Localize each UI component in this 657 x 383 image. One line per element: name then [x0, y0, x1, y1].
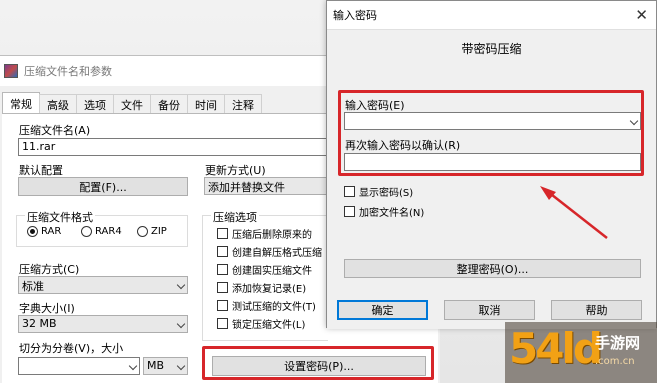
tab-advanced[interactable]: 高级: [39, 94, 77, 114]
tab-options[interactable]: 选项: [76, 94, 114, 114]
option-solid[interactable]: 创建固实压缩文件: [217, 262, 312, 277]
watermark: 54ld 手游网 .com.cn: [505, 322, 657, 383]
method-label: 压缩方式(C): [19, 263, 80, 276]
format-radio-zip[interactable]: ZIP: [137, 226, 167, 237]
format-zip-label: ZIP: [151, 226, 167, 237]
radio-selected-icon: [27, 226, 38, 237]
password-dialog-titlebar: 输入密码 ✕: [327, 1, 656, 29]
option-label: 创建固实压缩文件: [232, 266, 312, 277]
split-unit-select[interactable]: MB: [143, 357, 188, 375]
format-radio-rar4[interactable]: RAR4: [81, 226, 122, 237]
options-group-title: 压缩选项: [211, 209, 259, 225]
password-dialog-body: 带密码压缩 输入密码(E) 再次输入密码以确认(R) 显示密码(S) 加密文件名…: [327, 29, 656, 329]
watermark-logo: 54ld: [509, 324, 603, 373]
radio-icon: [81, 226, 92, 237]
help-button[interactable]: 帮助: [551, 300, 642, 320]
tab-general[interactable]: 常规: [2, 92, 40, 114]
winrar-icon: [4, 64, 18, 78]
checkbox-icon: [217, 300, 228, 311]
watermark-name: 手游网: [595, 334, 641, 352]
dict-select[interactable]: 32 MB: [18, 315, 188, 333]
option-label: 测试压缩的文件(T): [232, 302, 316, 313]
close-icon[interactable]: ✕: [635, 6, 648, 24]
archive-dialog-title: 压缩文件名和参数: [24, 65, 112, 78]
chevron-down-icon: [128, 361, 138, 371]
update-mode-value: 添加并替换文件: [208, 181, 285, 194]
option-label: 压缩后删除原来的: [232, 230, 312, 241]
show-password-checkbox[interactable]: 显示密码(S): [344, 184, 413, 199]
checkbox-icon: [217, 282, 228, 293]
chevron-down-icon: [176, 319, 186, 329]
ok-button[interactable]: 确定: [337, 300, 428, 320]
option-label: 创建自解压格式压缩: [232, 248, 322, 259]
option-lock[interactable]: 锁定压缩文件(L): [217, 316, 305, 331]
show-password-label: 显示密码(S): [359, 188, 414, 199]
encrypt-names-label: 加密文件名(N): [359, 208, 425, 219]
tab-time[interactable]: 时间: [187, 94, 225, 114]
split-unit-value: MB: [147, 359, 165, 372]
tab-files[interactable]: 文件: [113, 94, 151, 114]
encrypt-names-checkbox[interactable]: 加密文件名(N): [344, 204, 424, 219]
tab-comment[interactable]: 注释: [224, 94, 262, 114]
password-dialog-heading: 带密码压缩: [461, 42, 522, 56]
checkbox-icon: [217, 264, 228, 275]
format-rar4-label: RAR4: [95, 226, 122, 237]
format-group-title: 压缩文件格式: [25, 209, 95, 225]
format-rar-label: RAR: [41, 226, 62, 237]
profiles-button[interactable]: 配置(F)...: [18, 177, 188, 196]
split-size-input[interactable]: [18, 357, 140, 375]
watermark-url: .com.cn: [595, 356, 635, 367]
update-mode-select[interactable]: 添加并替换文件: [204, 177, 328, 195]
tab-bar: 常规 高级 选项 文件 备份 时间 注释: [2, 92, 262, 114]
dict-label: 字典大小(I): [19, 302, 75, 315]
profiles-label: 默认配置: [19, 164, 63, 177]
checkbox-icon: [217, 228, 228, 239]
format-radio-rar[interactable]: RAR: [27, 226, 61, 237]
organize-passwords-button[interactable]: 整理密码(O)...: [344, 259, 641, 278]
update-mode-label: 更新方式(U): [205, 164, 266, 177]
option-label: 添加恢复记录(E): [232, 284, 307, 295]
tab-backup[interactable]: 备份: [150, 94, 188, 114]
option-delete-after[interactable]: 压缩后删除原来的: [217, 226, 312, 241]
checkbox-icon: [344, 206, 355, 217]
highlight-frame: [338, 90, 644, 176]
cancel-button[interactable]: 取消: [444, 300, 535, 320]
checkbox-icon: [217, 318, 228, 329]
checkbox-icon: [217, 246, 228, 257]
option-label: 锁定压缩文件(L): [232, 320, 306, 331]
dict-value: 32 MB: [22, 317, 57, 330]
options-group: 压缩选项 压缩后删除原来的 创建自解压格式压缩 创建固实压缩文件 添加恢复记录(…: [202, 209, 328, 341]
archive-name-label: 压缩文件名(A): [19, 124, 91, 137]
chevron-down-icon: [176, 280, 186, 290]
checkbox-icon: [344, 186, 355, 197]
chevron-down-icon: [176, 361, 186, 371]
format-group: 压缩文件格式 RAR RAR4 ZIP: [16, 209, 188, 247]
highlight-frame: [202, 346, 434, 380]
split-label: 切分为分卷(V)，大小: [19, 342, 124, 355]
method-select[interactable]: 标准: [18, 276, 188, 294]
password-dialog-title: 输入密码: [333, 9, 377, 22]
radio-icon: [137, 226, 148, 237]
option-test[interactable]: 测试压缩的文件(T): [217, 298, 316, 313]
option-recovery[interactable]: 添加恢复记录(E): [217, 280, 306, 295]
method-value: 标准: [22, 280, 44, 293]
option-create-sfx[interactable]: 创建自解压格式压缩: [217, 244, 322, 259]
